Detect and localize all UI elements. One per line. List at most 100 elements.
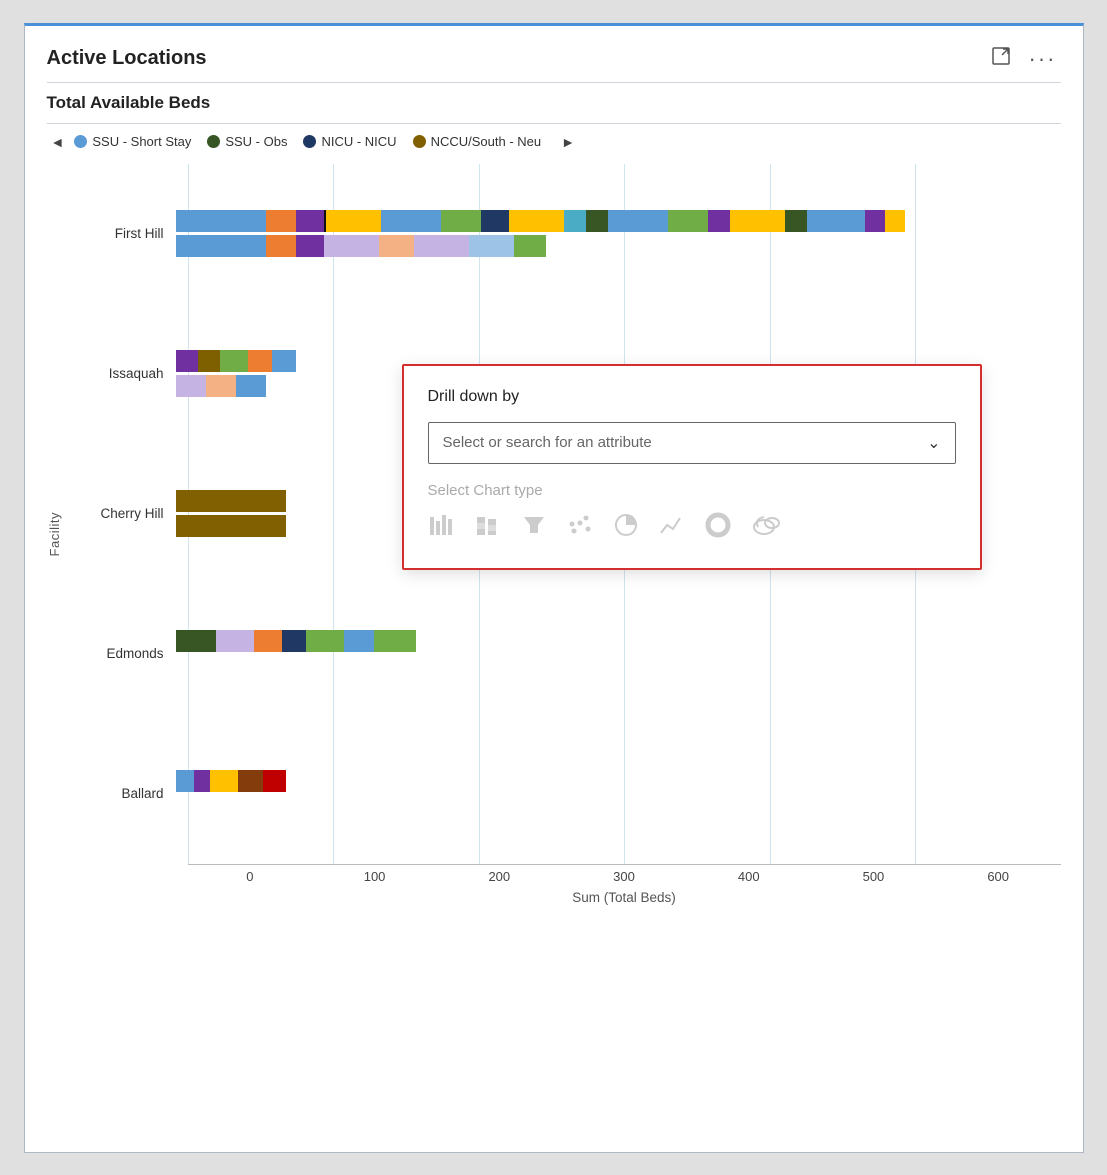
section-divider bbox=[47, 123, 1061, 124]
bar-group-issaquah-bot bbox=[176, 375, 266, 397]
bar-seg bbox=[608, 210, 668, 232]
bar-seg bbox=[176, 210, 266, 232]
bar-seg bbox=[263, 770, 286, 792]
bar-seg bbox=[206, 375, 236, 397]
bar-seg bbox=[282, 630, 306, 652]
drill-down-title: Drill down by bbox=[428, 388, 956, 406]
scatter-icon[interactable] bbox=[566, 511, 594, 546]
bar-seg bbox=[176, 350, 198, 372]
x-tick-0: 0 bbox=[188, 869, 313, 884]
bar-group-cherryhill-bot bbox=[176, 515, 286, 537]
bar-seg bbox=[238, 770, 263, 792]
bar-seg bbox=[176, 630, 216, 652]
bar-seg bbox=[176, 770, 194, 792]
y-axis-label: Facility bbox=[47, 512, 62, 556]
bar-track-ballard bbox=[176, 764, 1061, 824]
bar-seg bbox=[194, 770, 210, 792]
bar-group-edmonds-top bbox=[176, 630, 416, 652]
bar-label-ballard: Ballard bbox=[66, 786, 176, 801]
donut-chart-icon[interactable] bbox=[704, 511, 732, 546]
bar-seg bbox=[374, 630, 416, 652]
bar-seg bbox=[564, 210, 586, 232]
card-icons: ··· bbox=[987, 44, 1061, 74]
card-header: Active Locations ··· bbox=[47, 44, 1061, 74]
card-title: Active Locations bbox=[47, 47, 207, 70]
bar-seg bbox=[344, 630, 374, 652]
bar-seg bbox=[176, 375, 206, 397]
bar-seg bbox=[266, 210, 296, 232]
bar-seg bbox=[176, 490, 286, 512]
legend-dot-ssu-obs bbox=[207, 135, 220, 148]
bar-seg bbox=[296, 235, 324, 257]
stacked-bar-icon[interactable] bbox=[474, 511, 502, 546]
drill-dropdown-placeholder: Select or search for an attribute bbox=[443, 434, 652, 451]
bar-seg bbox=[198, 350, 220, 372]
bar-label-edmonds: Edmonds bbox=[66, 646, 176, 661]
bar-seg bbox=[176, 515, 286, 537]
bar-seg bbox=[441, 210, 481, 232]
drill-down-dropdown[interactable]: Select or search for an attribute ⌄ bbox=[428, 422, 956, 464]
bar-seg bbox=[176, 235, 266, 257]
chevron-down-icon: ⌄ bbox=[927, 433, 940, 453]
bar-label-issaquah: Issaquah bbox=[66, 366, 176, 381]
x-axis-label: Sum (Total Beds) bbox=[188, 890, 1061, 905]
header-divider bbox=[47, 82, 1061, 83]
legend-item-ssu-obs: SSU - Obs bbox=[207, 134, 287, 149]
bar-seg bbox=[381, 210, 441, 232]
chart-area: Facility First Hill bbox=[47, 164, 1061, 905]
bar-seg bbox=[220, 350, 248, 372]
bar-group-ballard-top bbox=[176, 770, 286, 792]
bar-seg bbox=[254, 630, 282, 652]
bar-track-firsthill bbox=[176, 204, 1061, 264]
legend-label-nccu: NCCU/South - Neu bbox=[431, 134, 542, 149]
chart-type-label: Select Chart type bbox=[428, 482, 956, 499]
legend-item-ssu-short: SSU - Short Stay bbox=[74, 134, 191, 149]
bar-seg bbox=[469, 235, 514, 257]
x-ticks: 0 100 200 300 400 500 600 bbox=[188, 865, 1061, 884]
legend-prev-button[interactable]: ◄ bbox=[47, 134, 69, 150]
bar-seg bbox=[379, 235, 414, 257]
bar-seg bbox=[248, 350, 272, 372]
expand-button[interactable] bbox=[987, 44, 1015, 73]
more-options-button[interactable]: ··· bbox=[1025, 44, 1061, 74]
x-tick-100: 100 bbox=[312, 869, 437, 884]
bar-group-firsthill-top bbox=[176, 210, 966, 232]
legend-label-nicu: NICU - NICU bbox=[321, 134, 396, 149]
bar-seg bbox=[509, 210, 564, 232]
bar-label-cherryhill: Cherry Hill bbox=[66, 506, 176, 521]
legend-dot-ssu-short bbox=[74, 135, 87, 148]
bar-seg bbox=[668, 210, 708, 232]
bar-seg bbox=[306, 630, 344, 652]
bar-group-cherryhill-top bbox=[176, 490, 286, 512]
legend-next-button[interactable]: ► bbox=[557, 134, 579, 150]
bar-seg bbox=[785, 210, 807, 232]
legend-row: ◄ SSU - Short Stay SSU - Obs NICU - NICU… bbox=[47, 134, 1061, 150]
bar-seg bbox=[272, 350, 296, 372]
x-tick-300: 300 bbox=[562, 869, 687, 884]
x-tick-400: 400 bbox=[686, 869, 811, 884]
legend-item-nccu: NCCU/South - Neu bbox=[413, 134, 542, 149]
x-tick-200: 200 bbox=[437, 869, 562, 884]
line-chart-icon[interactable] bbox=[658, 511, 686, 546]
bar-seg bbox=[730, 210, 785, 232]
bar-seg bbox=[481, 210, 509, 232]
bar-seg bbox=[324, 235, 379, 257]
table-row: Ballard bbox=[66, 724, 1061, 864]
bar-chart-icon[interactable] bbox=[428, 511, 456, 546]
bar-group-issaquah-top bbox=[176, 350, 296, 372]
bar-seg bbox=[326, 210, 381, 232]
bar-seg bbox=[210, 770, 238, 792]
bar-seg bbox=[514, 235, 546, 257]
chart-type-icons bbox=[428, 511, 956, 546]
bar-seg bbox=[296, 210, 324, 232]
bar-seg bbox=[266, 235, 296, 257]
bar-track-edmonds bbox=[176, 624, 1061, 684]
legend-label-ssu-obs: SSU - Obs bbox=[225, 134, 287, 149]
active-locations-card: Active Locations ··· Total Available Bed… bbox=[24, 23, 1084, 1153]
bar-seg bbox=[216, 630, 254, 652]
bar-seg bbox=[708, 210, 730, 232]
section-title: Total Available Beds bbox=[47, 93, 1061, 113]
funnel-icon[interactable] bbox=[520, 511, 548, 546]
pie-chart-icon[interactable] bbox=[612, 511, 640, 546]
word-cloud-icon[interactable] bbox=[750, 511, 782, 546]
